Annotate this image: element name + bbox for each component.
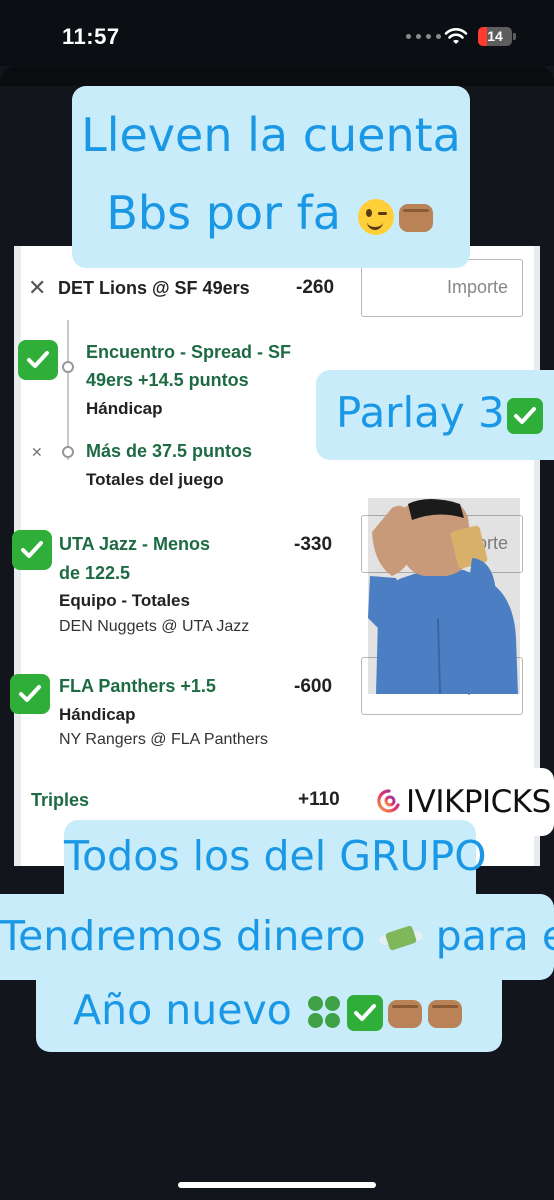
check-mark-icon: [18, 340, 58, 380]
remove-leg-icon[interactable]: ✕: [31, 444, 43, 461]
bet-odds: -260: [296, 277, 335, 298]
check-mark-icon: [12, 530, 52, 570]
caption-bottom-line2-bg: Tendremos dinero para el: [0, 894, 554, 980]
bet-title-cont: de 122.5: [59, 563, 131, 583]
four-leaf-clover-icon: [305, 993, 345, 1033]
battery-level: 14: [487, 28, 503, 44]
bet-market: Hándicap: [59, 705, 136, 724]
triples-odds: +110: [298, 789, 340, 810]
bet-market: Equipo - Totales: [59, 591, 190, 610]
leg-title-cont: 49ers +14.5 puntos: [86, 370, 249, 390]
remove-bet-icon[interactable]: ✕: [28, 275, 46, 301]
username: IVIKPICKS: [406, 784, 551, 820]
bet-title: DET Lions @ SF 49ers: [58, 278, 250, 298]
leg-market: Hándicap: [86, 399, 163, 418]
caption-line: para el: [435, 912, 554, 960]
status-time: 11:57: [62, 24, 120, 49]
person-sticker: [368, 498, 520, 694]
check-mark-icon: [345, 993, 385, 1033]
triples-label: Triples: [31, 790, 90, 810]
bet-title: FLA Panthers +1.5: [59, 676, 216, 696]
caption-line: Todos los del GRUPO: [64, 832, 487, 880]
bet-odds: -330: [294, 534, 333, 555]
fist-bump-icon: [396, 197, 436, 237]
check-mark-icon: [10, 674, 50, 714]
leg-market: Totales del juego: [86, 470, 224, 489]
caption-bottom-line3-bg: Año nuevo: [36, 980, 502, 1052]
check-mark-icon: [505, 396, 545, 436]
cellular-signal-icon: [406, 34, 441, 39]
wifi-icon: [444, 28, 468, 44]
caption-top: Lleven la cuenta Bbs por fa: [72, 86, 470, 268]
bet-event: DEN Nuggets @ UTA Jazz: [59, 618, 250, 635]
caption-line: Año nuevo: [73, 986, 292, 1034]
status-bar: 11:57 14: [0, 0, 554, 66]
caption-parlay: Parlay 3: [316, 370, 554, 460]
caption-line: Tendremos dinero: [0, 912, 366, 960]
leg-title: Encuentro - Spread - SF: [86, 342, 292, 362]
money-with-wings-icon: [378, 919, 423, 959]
leg-title: Más de 37.5 puntos: [86, 441, 253, 461]
bet-odds: -600: [294, 676, 333, 697]
battery-icon: 14: [478, 27, 512, 46]
bet-title: UTA Jazz - Menos: [59, 534, 211, 554]
caption-bottom-line1-bg: Todos los del GRUPO: [64, 820, 487, 894]
home-indicator[interactable]: [178, 1182, 376, 1188]
caption-line: Bbs por fa: [106, 186, 341, 240]
threads-icon: [377, 789, 400, 813]
fist-bump-icon: [425, 993, 465, 1033]
fist-bump-icon: [385, 993, 425, 1033]
bet-event: NY Rangers @ FLA Panthers: [59, 731, 268, 748]
winking-face-icon: [356, 197, 396, 237]
